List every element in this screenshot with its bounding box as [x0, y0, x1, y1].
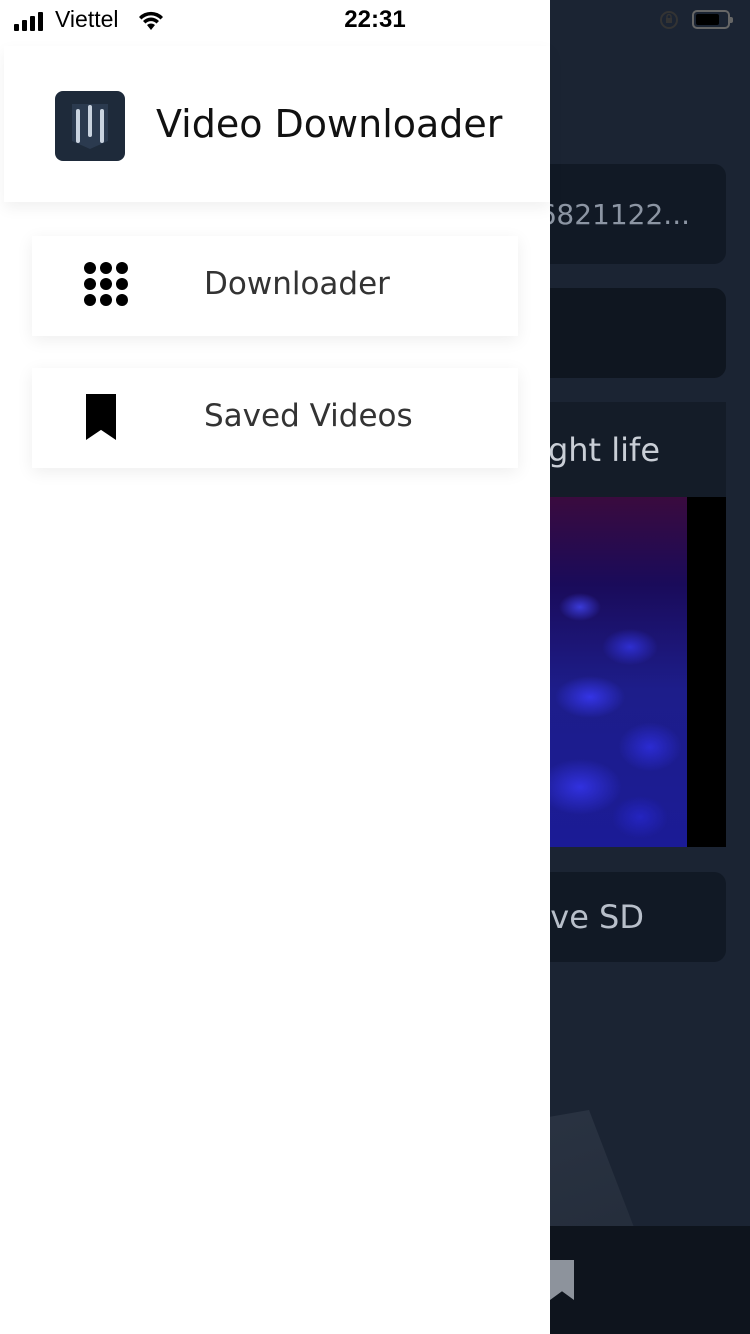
app-name: Video Downloader	[156, 102, 503, 146]
save-sd-button[interactable]: ave SD	[520, 872, 726, 962]
rotation-lock-icon	[660, 11, 678, 29]
status-bar: Viettel 22:31	[0, 0, 750, 40]
bookmark-icon	[84, 394, 116, 440]
drawer-header: Video Downloader	[4, 46, 550, 202]
url-input[interactable]: 6821122...	[520, 164, 726, 264]
video-thumbnail[interactable]	[520, 497, 726, 847]
download-button[interactable]	[520, 288, 726, 378]
video-title-text: ight life	[539, 430, 660, 469]
screen: 6821122... ight life ave SD Viettel 22:3…	[0, 0, 750, 1334]
video-title: ight life	[520, 402, 726, 497]
url-text: 6821122...	[538, 197, 690, 231]
side-drawer: Video Downloader Downloader Saved Videos	[0, 0, 550, 1334]
clock: 22:31	[344, 6, 406, 33]
menu-item-downloader[interactable]: Downloader	[32, 236, 518, 336]
menu-item-label: Downloader	[204, 266, 390, 302]
app-logo-icon	[55, 91, 125, 161]
grid-icon	[84, 262, 128, 306]
battery-icon	[692, 10, 733, 29]
decorative-shape	[520, 1110, 635, 1230]
battery-fill	[696, 14, 719, 25]
menu-item-saved-videos[interactable]: Saved Videos	[32, 368, 518, 468]
menu-item-label: Saved Videos	[204, 398, 413, 434]
